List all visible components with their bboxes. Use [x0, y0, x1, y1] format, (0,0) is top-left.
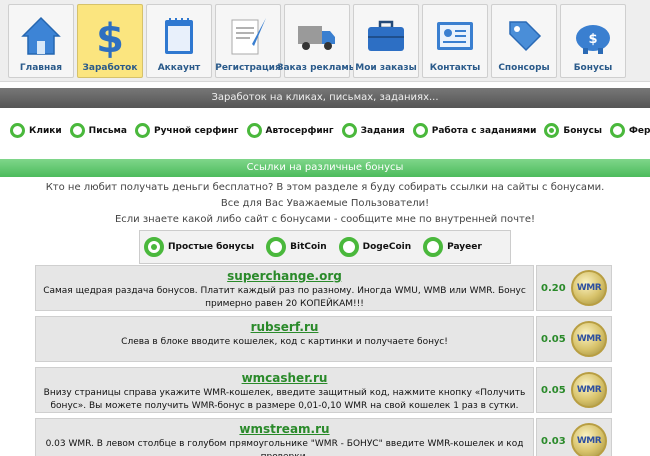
bonus-site-row: superchange.org Самая щедрая раздача бон… — [35, 265, 612, 311]
site-link[interactable]: wmstream.ru — [36, 422, 533, 436]
filter-letters[interactable]: Письма — [69, 123, 127, 138]
site-description: Слева в блоке вводите кошелек, код с кар… — [121, 337, 448, 347]
filter-clicks[interactable]: Клики — [10, 123, 62, 138]
radio-selected-icon — [544, 123, 560, 138]
bonus-type-filter: Простые бонусы BitCoin DogeCoin Payeer — [139, 230, 511, 264]
nav-registration[interactable]: Регистрация — [215, 4, 281, 78]
radio-icon — [341, 123, 357, 138]
earnings-filter-row: Клики Письма Ручной серфинг Автосерфинг … — [0, 123, 650, 138]
radio-selected-icon — [144, 237, 164, 257]
radio-icon — [69, 123, 85, 138]
site-amount: 0.05 — [541, 333, 566, 345]
site-description: 0.03 WMR. В левом столбце в голубом прям… — [45, 439, 524, 456]
site-reward-cell: 0.20 WMR — [536, 265, 612, 311]
site-reward-cell: 0.05 WMR — [536, 367, 612, 413]
bonus-type-simple[interactable]: Простые бонусы — [144, 237, 254, 257]
wmr-coin-icon[interactable]: WMR — [571, 270, 607, 306]
nav-sponsors[interactable]: Спонсоры — [491, 4, 557, 78]
notepad-icon — [157, 14, 201, 58]
intro-text: Кто не любит получать деньги бесплатно? … — [0, 180, 650, 228]
site-link[interactable]: superchange.org — [36, 269, 533, 283]
dollar-icon: $ — [88, 14, 132, 58]
top-navigation: Главная $ Заработок Аккаунт Регистрация … — [0, 0, 650, 82]
piggy-bank-icon: $ — [571, 14, 615, 58]
bonus-type-payeer[interactable]: Payeer — [423, 237, 482, 257]
site-description-cell: superchange.org Самая щедрая раздача бон… — [35, 265, 534, 311]
intro-line-1: Кто не любит получать деньги бесплатно? … — [45, 182, 605, 193]
site-amount: 0.05 — [541, 384, 566, 396]
wmr-coin-icon[interactable]: WMR — [571, 321, 607, 357]
nav-contacts[interactable]: Контакты — [422, 4, 488, 78]
earnings-header: Заработок на кликах, письмах, заданиях..… — [0, 88, 650, 108]
briefcase-icon — [364, 14, 408, 58]
nav-sponsors-label: Спонсоры — [498, 63, 550, 73]
site-description-cell: rubserf.ru Слева в блоке вводите кошелек… — [35, 316, 534, 362]
nav-earnings[interactable]: $ Заработок — [77, 4, 143, 78]
bonus-site-row: rubserf.ru Слева в блоке вводите кошелек… — [35, 316, 612, 362]
filter-task-work[interactable]: Работа с заданиями — [412, 123, 536, 138]
bonus-type-bitcoin[interactable]: BitCoin — [266, 237, 327, 257]
site-description-cell: wmcasher.ru Внизу страницы справа укажит… — [35, 367, 534, 413]
radio-icon — [609, 123, 625, 138]
tag-icon — [502, 14, 546, 58]
radio-icon — [134, 123, 150, 138]
wmr-coin-icon[interactable]: WMR — [571, 372, 607, 408]
nav-bonuses-label: Бонусы — [573, 63, 613, 73]
nav-registration-label: Регистрация — [215, 63, 281, 73]
bonus-links-header: Ссылки на различные бонусы — [0, 159, 650, 177]
filter-manual-surfing[interactable]: Ручной серфинг — [134, 123, 239, 138]
nav-order-ads[interactable]: Заказ рекламы — [277, 4, 357, 78]
nav-earnings-label: Заработок — [82, 63, 138, 73]
nav-my-orders[interactable]: Мои заказы — [353, 4, 419, 78]
intro-line-2: Все для Вас Уважаемые Пользователи! — [220, 198, 430, 209]
filter-autosurfing[interactable]: Автосерфинг — [246, 123, 334, 138]
site-reward-cell: 0.05 WMR — [536, 316, 612, 362]
site-link[interactable]: rubserf.ru — [36, 320, 533, 334]
intro-line-3: Если знаете какой либо сайт с бонусами -… — [114, 214, 536, 225]
radio-icon — [338, 237, 359, 257]
nav-home[interactable]: Главная — [8, 4, 74, 78]
filter-bonuses[interactable]: Бонусы — [544, 123, 602, 138]
nav-account[interactable]: Аккаунт — [146, 4, 212, 78]
site-description: Внизу страницы справа укажите WMR-кошеле… — [43, 388, 526, 411]
site-reward-cell: 0.03 WMR — [536, 418, 612, 456]
nav-home-label: Главная — [19, 63, 63, 73]
filter-farm[interactable]: Ферма — [609, 123, 650, 138]
document-quill-icon — [226, 14, 270, 58]
radio-icon — [423, 237, 444, 257]
nav-contacts-label: Контакты — [429, 63, 481, 73]
home-icon — [19, 14, 63, 58]
contact-card-icon — [433, 14, 477, 58]
nav-bonuses[interactable]: $ Бонусы — [560, 4, 626, 78]
svg-text:$: $ — [96, 16, 124, 58]
nav-my-orders-label: Мои заказы — [355, 63, 417, 73]
site-amount: 0.20 — [541, 282, 566, 294]
bonus-type-dogecoin[interactable]: DogeCoin — [338, 237, 411, 257]
site-amount: 0.03 — [541, 435, 566, 447]
bonus-site-row: wmstream.ru 0.03 WMR. В левом столбце в … — [35, 418, 612, 456]
radio-icon — [246, 123, 262, 138]
wmr-coin-icon[interactable]: WMR — [571, 423, 607, 456]
filter-tasks[interactable]: Задания — [341, 123, 405, 138]
radio-icon — [10, 123, 25, 138]
truck-icon — [295, 14, 339, 58]
site-description: Самая щедрая раздача бонусов. Платит каж… — [43, 286, 526, 309]
bonus-site-row: wmcasher.ru Внизу страницы справа укажит… — [35, 367, 612, 413]
radio-icon — [412, 123, 428, 138]
site-link[interactable]: wmcasher.ru — [36, 371, 533, 385]
site-description-cell: wmstream.ru 0.03 WMR. В левом столбце в … — [35, 418, 534, 456]
nav-order-ads-label: Заказ рекламы — [277, 63, 357, 73]
radio-icon — [266, 237, 287, 257]
nav-account-label: Аккаунт — [157, 63, 201, 73]
svg-text:$: $ — [588, 32, 597, 47]
